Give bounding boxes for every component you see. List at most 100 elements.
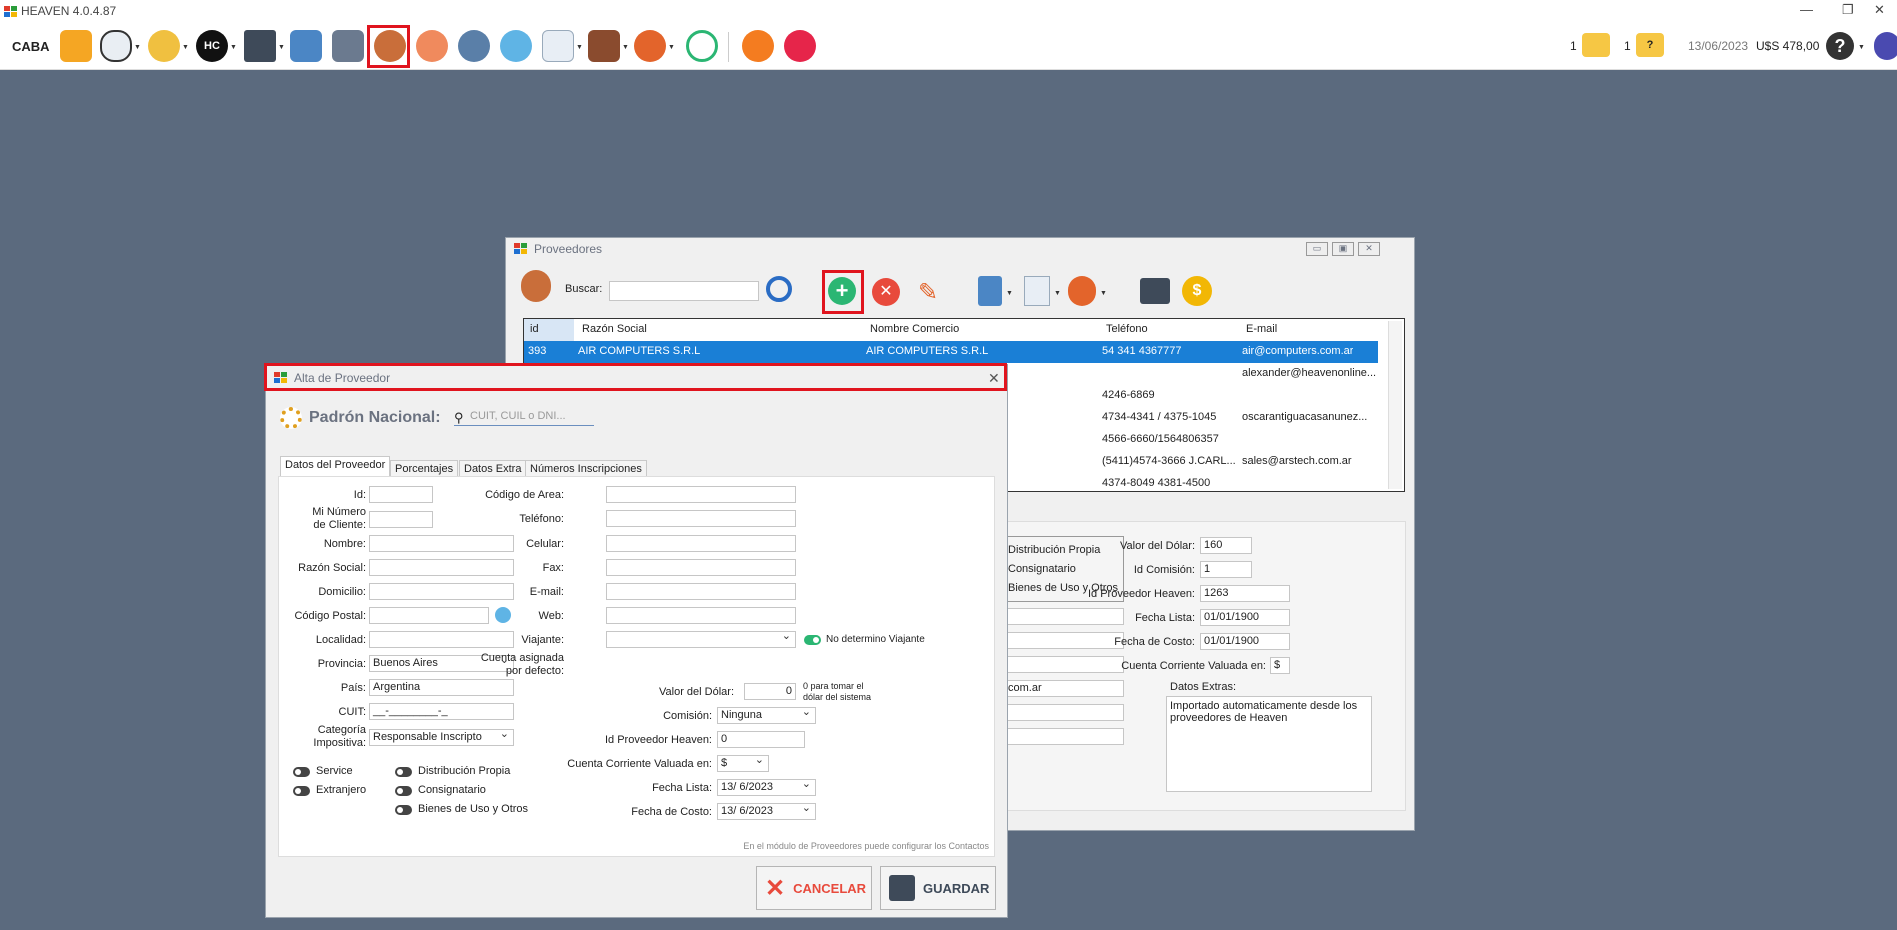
red-app-icon[interactable] (784, 30, 816, 62)
padron-search-input[interactable]: CUIT, CUIL o DNI... (454, 410, 594, 426)
money-icon[interactable]: $ (1182, 276, 1212, 306)
consignatario-toggle[interactable] (395, 786, 412, 796)
edit-icon[interactable]: ✎ (914, 278, 942, 306)
mi-numero-label: Mi Número (312, 506, 366, 518)
search-input[interactable] (609, 281, 759, 301)
close-icon[interactable]: ✕ (1874, 2, 1885, 18)
id-heaven-field[interactable]: 1263 (1200, 585, 1290, 602)
fecha-lista-field[interactable]: 01/01/1900 (1200, 609, 1290, 626)
fecha-lista-picker[interactable]: 13/ 6/2023 (717, 779, 816, 796)
fecha-costo-label: Fecha de Costo: (1114, 636, 1195, 648)
question-bubble-icon[interactable]: ? (1636, 33, 1664, 57)
briefcase-icon[interactable] (1140, 278, 1170, 304)
tab-numeros-inscripciones[interactable]: Números Inscripciones (525, 460, 647, 476)
clients-icon[interactable] (416, 30, 448, 62)
orange-app-icon[interactable] (742, 30, 774, 62)
categoria-label-2: Impositiva: (313, 737, 366, 749)
save-button[interactable]: GUARDAR (880, 866, 996, 910)
detail-field[interactable] (1004, 728, 1124, 745)
wallet-icon[interactable] (588, 30, 620, 62)
col-email[interactable]: E-mail (1246, 323, 1277, 335)
save-label: GUARDAR (923, 880, 990, 896)
settings-icon[interactable] (1068, 276, 1096, 306)
chart-icon[interactable] (542, 30, 574, 62)
bienes-toggle[interactable] (395, 805, 412, 815)
fax-field[interactable] (606, 559, 796, 576)
pais-field[interactable]: Argentina (369, 679, 514, 696)
web-label: Web: (538, 610, 564, 622)
calculator-icon[interactable] (290, 30, 322, 62)
cuit-field[interactable]: __-________-_ (369, 703, 514, 720)
maximize-icon[interactable]: ▣ (1332, 242, 1354, 256)
printer-icon[interactable] (100, 30, 132, 62)
extranjero-toggle[interactable] (293, 786, 310, 796)
tab-datos-proveedor[interactable]: Datos del Proveedor (280, 456, 391, 476)
detail-email-field[interactable]: com.ar (1004, 680, 1124, 697)
id-field[interactable] (369, 486, 433, 503)
fecha-costo-picker[interactable]: 13/ 6/2023 (717, 803, 816, 820)
cod-area-field[interactable] (606, 486, 796, 503)
restore-icon[interactable]: ❐ (1842, 2, 1854, 18)
employee-icon[interactable] (458, 30, 490, 62)
delete-icon[interactable]: ✕ (872, 278, 900, 306)
id-heaven-field[interactable]: 0 (717, 731, 805, 748)
col-razon[interactable]: Razón Social (582, 323, 647, 335)
minimize-icon[interactable]: — (1800, 2, 1813, 17)
col-id[interactable]: id (524, 319, 574, 341)
close-icon[interactable]: ✕ (1358, 242, 1380, 256)
detail-field[interactable] (1004, 704, 1124, 721)
id-comision-label: Id Comisión: (1133, 564, 1195, 576)
mi-numero-field[interactable] (369, 511, 433, 528)
cancel-button[interactable]: ✕ CANCELAR (756, 866, 872, 910)
id-comision-field[interactable]: 1 (1200, 561, 1252, 578)
table-row[interactable]: 393 AIR COMPUTERS S.R.L AIR COMPUTERS S.R.… (524, 341, 1378, 363)
no-determino-viajante-toggle[interactable] (804, 635, 821, 645)
grid-header: id Razón Social Nombre Comercio Teléfono… (524, 319, 1378, 341)
bank-icon[interactable] (332, 30, 364, 62)
tools-icon[interactable] (244, 30, 276, 62)
celular-field[interactable] (606, 535, 796, 552)
service-toggle[interactable] (293, 767, 310, 777)
cod-area-label: Código de Area: (485, 489, 564, 501)
stopwatch-icon[interactable] (686, 30, 718, 62)
settings-icon[interactable] (634, 30, 666, 62)
provincia-label: Provincia: (317, 658, 366, 670)
datos-extras-field[interactable]: Importado automaticamente desde los prov… (1166, 696, 1372, 792)
mi-numero-label-2: de Cliente: (313, 519, 366, 531)
categoria-select[interactable]: Responsable Inscripto (369, 729, 514, 746)
valor-dolar-field[interactable]: 160 (1200, 537, 1252, 554)
valor-dolar-field[interactable]: 0 (744, 683, 796, 700)
grid-scrollbar[interactable] (1388, 321, 1402, 489)
cancel-label: CANCELAR (793, 880, 867, 896)
proveedores-title: Proveedores (534, 242, 603, 256)
viajante-select[interactable] (606, 631, 796, 648)
web-field[interactable] (606, 607, 796, 624)
telefono-field[interactable] (606, 510, 796, 527)
email-label: E-mail: (529, 586, 564, 598)
messages-icon[interactable] (1582, 33, 1610, 57)
dist-propia-toggle[interactable] (395, 767, 412, 777)
comision-select[interactable]: Ninguna (717, 707, 816, 724)
clipboard-icon[interactable] (978, 276, 1002, 306)
cc-label: Cuenta Corriente Valuada en: (567, 758, 712, 770)
tab-porcentajes[interactable]: Porcentajes (390, 460, 459, 476)
cc-select[interactable]: $ (717, 755, 769, 772)
handshake-icon[interactable] (148, 30, 180, 62)
tab-datos-extra[interactable]: Datos Extra (459, 460, 527, 476)
telefono-label: Teléfono: (519, 513, 564, 525)
col-telefono[interactable]: Teléfono (1106, 323, 1148, 335)
valor-hint: 0 para tomar el (803, 681, 864, 691)
hc-logo-icon[interactable]: HC (196, 30, 228, 62)
email-field[interactable] (606, 583, 796, 600)
search-icon[interactable] (766, 276, 792, 302)
barcode-icon[interactable] (60, 30, 92, 62)
minimize-icon[interactable]: ▭ (1306, 242, 1328, 256)
fecha-costo-field[interactable]: 01/01/1900 (1200, 633, 1290, 650)
user-avatar[interactable] (1874, 32, 1897, 60)
globe-icon[interactable] (500, 30, 532, 62)
fecha-lista-label: Fecha Lista: (652, 782, 712, 794)
chart-icon[interactable] (1024, 276, 1050, 306)
help-icon[interactable]: ? (1826, 32, 1854, 60)
col-nombre[interactable]: Nombre Comercio (870, 323, 959, 335)
cc-field[interactable]: $ (1270, 657, 1290, 674)
